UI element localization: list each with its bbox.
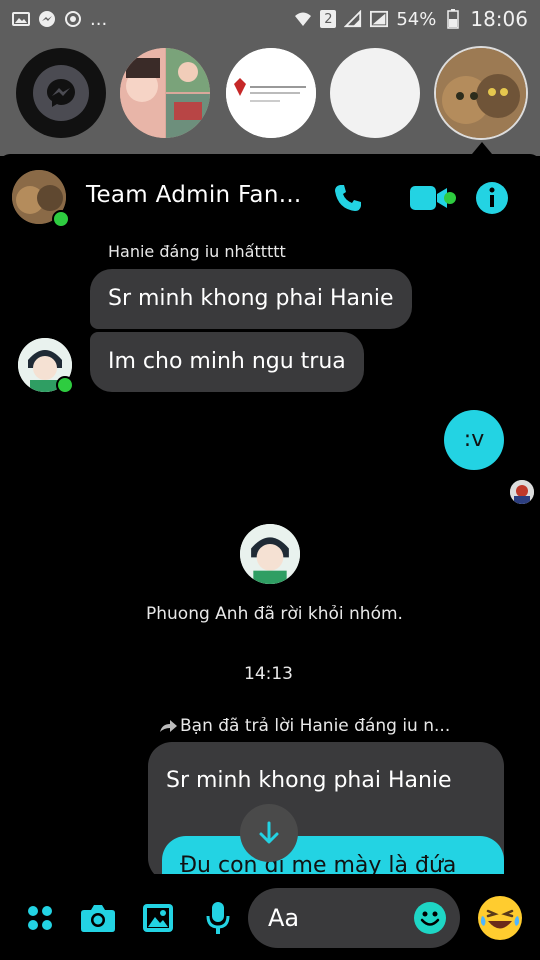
sim-badge: 2 bbox=[320, 10, 337, 28]
chat-head-collage[interactable] bbox=[120, 48, 210, 138]
reply-arrow-icon bbox=[158, 718, 180, 736]
camera-icon bbox=[81, 905, 115, 932]
status-left: ... bbox=[12, 9, 107, 30]
phone-icon bbox=[335, 185, 361, 211]
wifi-icon bbox=[294, 11, 312, 27]
read-receipt-photo bbox=[510, 480, 534, 504]
reply-context: Bạn đã trả lời Hanie đáng iu n... bbox=[180, 716, 451, 736]
gallery-button[interactable] bbox=[140, 900, 176, 936]
camera-button[interactable] bbox=[80, 900, 116, 936]
message-input[interactable]: Aa bbox=[248, 888, 460, 948]
read-receipt-avatar bbox=[510, 480, 534, 504]
chat-header: Team Admin Fan... bbox=[0, 154, 540, 240]
left-member-avatar bbox=[240, 524, 300, 584]
group-online-indicator bbox=[52, 210, 70, 228]
four-dots-icon bbox=[28, 906, 52, 930]
scroll-to-bottom-button[interactable] bbox=[240, 804, 298, 862]
quoted-text: Sr minh khong phai Hanie bbox=[166, 768, 452, 793]
laughing-emoji-icon bbox=[479, 897, 521, 939]
battery-icon bbox=[444, 9, 462, 29]
chat-panel: Team Admin Fan... Hanie đáng iu nhấttttt… bbox=[0, 154, 540, 960]
gallery-notification-icon bbox=[12, 11, 30, 27]
chat-heads-row bbox=[0, 38, 540, 156]
timestamp: 14:13 bbox=[244, 664, 293, 684]
status-right: 2 54% 18:06 bbox=[294, 7, 528, 31]
quick-reaction-button[interactable] bbox=[478, 896, 522, 940]
messenger-icon bbox=[33, 65, 89, 121]
info-icon bbox=[476, 182, 508, 214]
voice-call-button[interactable] bbox=[330, 178, 366, 218]
anime-avatar bbox=[240, 524, 300, 584]
conversation-title[interactable]: Team Admin Fan... bbox=[86, 182, 302, 208]
sender-name: Hanie đáng iu nhấttttt bbox=[108, 242, 286, 261]
video-camera-icon bbox=[410, 186, 447, 210]
composer-bar: Aa bbox=[0, 874, 540, 960]
messenger-chat-head[interactable] bbox=[16, 48, 106, 138]
more-notifications: ... bbox=[90, 8, 108, 30]
info-button[interactable] bbox=[474, 178, 510, 218]
video-active-dot bbox=[444, 192, 456, 204]
screen: ... 2 54% 18:06 Team Admin Fan... Hanie … bbox=[0, 0, 540, 960]
more-actions-button[interactable] bbox=[22, 900, 58, 936]
emoji-button[interactable] bbox=[414, 902, 446, 934]
message-input-placeholder: Aa bbox=[268, 904, 300, 932]
system-notice: Phuong Anh đã rời khỏi nhóm. bbox=[146, 604, 403, 624]
cats-photo bbox=[436, 48, 526, 138]
image-icon bbox=[143, 904, 173, 932]
clock: 18:06 bbox=[470, 7, 528, 31]
battery-percent: 54% bbox=[396, 8, 437, 30]
chat-head-screenshot[interactable] bbox=[226, 48, 316, 138]
messenger-notification-icon bbox=[38, 11, 56, 27]
screenshot-thumbnail bbox=[226, 48, 316, 138]
sent-message[interactable]: :v bbox=[444, 410, 504, 470]
signal-icon-2 bbox=[370, 10, 389, 28]
video-call-button[interactable] bbox=[400, 178, 458, 218]
arrow-down-icon bbox=[259, 821, 279, 844]
sync-notification-icon bbox=[64, 11, 82, 27]
voice-message-button[interactable] bbox=[200, 900, 236, 936]
status-bar: ... 2 54% 18:06 bbox=[0, 0, 540, 38]
microphone-icon bbox=[206, 902, 230, 934]
collage-photo bbox=[120, 48, 210, 138]
received-message[interactable]: Im cho minh ngu trua bbox=[90, 332, 364, 392]
smiley-icon bbox=[420, 911, 440, 926]
sender-online-indicator bbox=[56, 376, 74, 394]
chat-head-cats[interactable] bbox=[436, 48, 526, 138]
chat-head-blank[interactable] bbox=[330, 48, 420, 138]
received-message[interactable]: Sr minh khong phai Hanie bbox=[90, 269, 412, 329]
active-head-pointer bbox=[472, 142, 492, 154]
signal-icon-1 bbox=[344, 10, 362, 28]
